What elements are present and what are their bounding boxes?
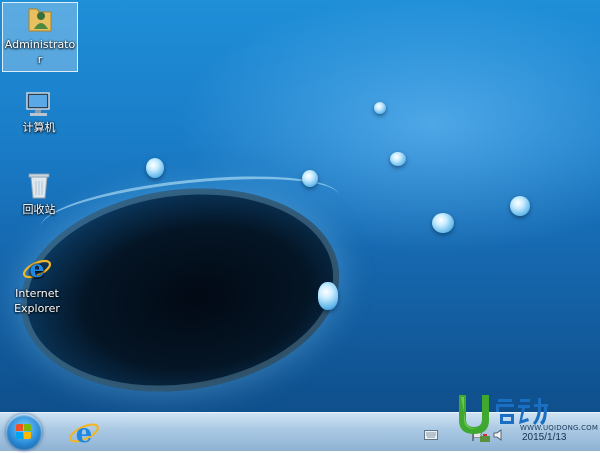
internet-explorer-icon: e: [69, 419, 99, 449]
start-button[interactable]: [6, 414, 42, 450]
svg-text:e: e: [76, 419, 93, 449]
desktop-icon-administrator[interactable]: Administrato r: [2, 2, 78, 72]
desktop-icon-computer[interactable]: 计算机: [2, 90, 76, 135]
computer-icon: [26, 92, 50, 116]
water-droplet: [374, 102, 386, 114]
desktop-background[interactable]: Administrato r 计算机 回收站 e Internet Explor…: [0, 0, 600, 412]
desktop-icon-label: 回收站: [22, 203, 56, 216]
desktop-icon-internet-explorer[interactable]: e Internet Explorer: [0, 252, 74, 316]
water-droplet: [390, 152, 406, 166]
desktop-icon-label: 计算机: [22, 121, 56, 134]
brand-url-watermark: WWW.UQIDONG.COM: [520, 424, 599, 432]
desktop-icon-label: Administrato r: [4, 38, 76, 66]
keyboard-icon[interactable]: [424, 425, 438, 444]
taskbar-clock-date[interactable]: 2015/1/13: [522, 432, 567, 443]
desktop-icon-label: Internet Explorer: [14, 287, 60, 315]
water-droplet: [302, 170, 318, 187]
internet-explorer-icon: e: [22, 254, 52, 283]
recycle-bin-icon: [28, 173, 50, 199]
desktop-icon-recycle-bin[interactable]: 回收站: [2, 170, 76, 217]
windows-logo-icon: [16, 424, 32, 440]
water-droplet: [318, 282, 338, 310]
water-droplet: [146, 158, 164, 178]
user-folder-icon: [28, 8, 52, 32]
water-droplet: [432, 213, 454, 233]
water-droplet: [510, 196, 530, 216]
taskbar-internet-explorer-button[interactable]: e: [66, 415, 102, 449]
svg-text:e: e: [29, 254, 44, 283]
